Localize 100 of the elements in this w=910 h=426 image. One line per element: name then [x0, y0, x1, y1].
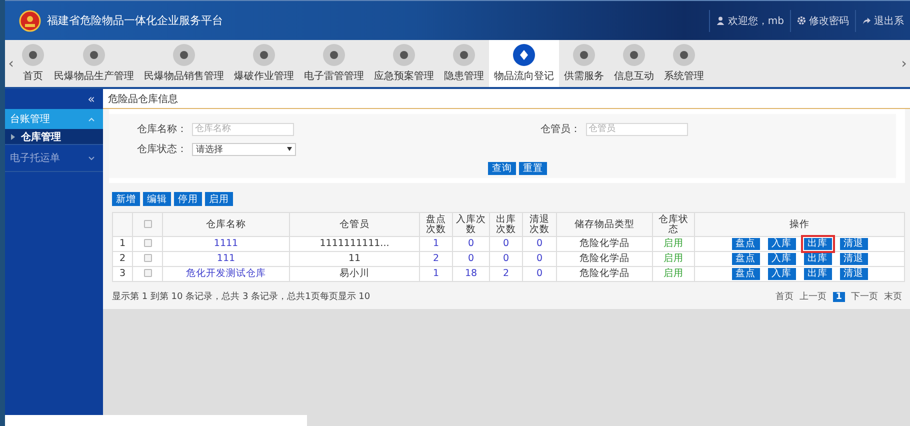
nav-tab[interactable]: 信息互动 [609, 40, 659, 87]
action-button[interactable]: 入库 [768, 253, 796, 265]
round-icon [673, 44, 695, 66]
checkbox[interactable] [144, 269, 152, 278]
nav-tab[interactable]: 爆破作业管理 [229, 40, 299, 87]
chevron-icon [88, 156, 95, 160]
count-link[interactable]: 0 [502, 253, 510, 264]
header-link[interactable]: 欢迎您，mb [708, 10, 790, 32]
round-icon [513, 44, 535, 66]
action-button[interactable]: 出库 [804, 253, 832, 265]
column-header: 操作 [790, 218, 810, 230]
table-cell: 易小川 [290, 266, 420, 282]
round-icon [22, 44, 44, 66]
table-cell: 危险化学品 [556, 252, 652, 266]
column-header: 仓库状态 [658, 214, 688, 234]
page-link[interactable]: 下一页 [851, 290, 878, 303]
count-link[interactable]: 0 [502, 238, 510, 249]
nav-tab[interactable]: 物品流向登记 [489, 40, 559, 87]
toolbar-button[interactable]: 编辑 [143, 192, 171, 206]
column-header: 仓管员 [340, 218, 370, 230]
caret-icon [287, 147, 292, 151]
toolbar-button[interactable]: 新增 [112, 192, 140, 206]
count-link[interactable]: 2 [432, 253, 440, 264]
input-field[interactable]: 仓库名称 [192, 122, 294, 136]
column-header: 储存物品类型 [574, 218, 634, 230]
count-link[interactable]: 0 [536, 238, 543, 249]
action-button[interactable]: 出库 [804, 238, 832, 250]
count-link[interactable]: 0 [536, 268, 543, 279]
round-icon [393, 44, 415, 66]
nav-tab[interactable]: 系统管理 [659, 40, 709, 87]
count-link[interactable]: 0 [536, 253, 543, 264]
nav-tab[interactable]: 电子雷管管理 [299, 40, 369, 87]
action-button[interactable]: 盘点 [732, 238, 760, 250]
input-field[interactable]: 仓管员 [586, 122, 688, 136]
toolbar-button[interactable]: 停用 [174, 192, 202, 206]
column-header: 出库次数 [496, 214, 516, 234]
column-header: 入库次数 [456, 214, 486, 234]
round-icon [453, 44, 475, 66]
name-link[interactable]: 1111 [214, 238, 238, 249]
checkbox[interactable] [144, 254, 152, 262]
action-button[interactable]: 清退 [840, 253, 868, 265]
action-button[interactable]: 清退 [840, 268, 868, 280]
round-icon [173, 44, 195, 66]
triangle-icon [11, 134, 15, 140]
person-icon [716, 16, 725, 25]
count-link[interactable]: 2 [502, 268, 510, 279]
action-button[interactable]: 盘点 [732, 268, 760, 280]
name-link[interactable]: 111 [216, 253, 236, 264]
nav-tab[interactable]: 民爆物品销售管理 [139, 40, 229, 87]
emblem-icon [19, 10, 41, 32]
nav-tab[interactable]: 民爆物品生产管理 [49, 40, 139, 87]
header-link[interactable]: 退出系 [855, 10, 910, 32]
round-icon [623, 44, 645, 66]
row-number: 2 [112, 252, 132, 266]
collapse-button[interactable]: « [88, 92, 95, 106]
action-button[interactable]: 出库 [804, 268, 832, 280]
action-button[interactable]: 入库 [768, 238, 796, 250]
sidebar-subitem[interactable]: 仓库管理 [5, 129, 103, 145]
toolbar-button[interactable]: 启用 [205, 192, 233, 206]
column-header: 仓库名称 [206, 218, 246, 230]
scroll-left-button[interactable]: ‹ [5, 40, 17, 87]
count-link[interactable]: 0 [468, 238, 474, 249]
field-label: 仓库状态： [136, 142, 188, 156]
round-icon [573, 44, 595, 66]
header-link[interactable]: 修改密码 [790, 10, 855, 32]
scroll-right-button[interactable]: › [898, 40, 910, 87]
nav-tab[interactable]: 供需服务 [559, 40, 609, 87]
round-icon [323, 44, 345, 66]
chevron-icon [88, 116, 95, 122]
nav-tab[interactable]: 首页 [17, 40, 49, 87]
count-link[interactable]: 1 [432, 238, 440, 249]
search-button[interactable]: 重置 [519, 162, 547, 175]
app-title: 福建省危险物品一体化企业服务平台 [47, 13, 223, 28]
checkbox[interactable] [144, 239, 152, 248]
panel-title: 危险品仓库信息 [108, 92, 178, 106]
status-cell: 启用 [652, 252, 694, 266]
row-number: 3 [112, 266, 132, 282]
action-button[interactable]: 清退 [840, 238, 868, 250]
count-link[interactable]: 0 [468, 253, 474, 264]
search-button[interactable]: 查询 [488, 162, 516, 175]
action-button[interactable]: 盘点 [732, 253, 760, 265]
column-header: 盘点次数 [426, 214, 446, 234]
page-link[interactable]: 1 [832, 292, 845, 302]
round-icon [83, 44, 105, 66]
table-cell: 危险化学品 [556, 266, 652, 282]
status-dropdown[interactable]: 请选择 [192, 142, 296, 156]
checkbox[interactable] [144, 220, 152, 228]
nav-tab[interactable]: 应急预案管理 [369, 40, 439, 87]
round-icon [253, 44, 275, 66]
record-summary: 显示第 1 到第 10 条记录，总共 3 条记录，总共1页每页显示 10 [112, 290, 370, 303]
page-link[interactable]: 上一页 [800, 290, 827, 303]
count-link[interactable]: 1 [432, 268, 440, 279]
nav-tab[interactable]: 隐患管理 [439, 40, 489, 87]
action-button[interactable]: 入库 [768, 268, 796, 280]
column-header: 清退次数 [530, 214, 550, 234]
page-link[interactable]: 首页 [776, 290, 794, 303]
exit-arrow-icon [862, 16, 871, 25]
field-label: 仓库名称： [136, 122, 188, 136]
page-link[interactable]: 末页 [884, 290, 902, 303]
table-cell: 11 [290, 252, 420, 266]
